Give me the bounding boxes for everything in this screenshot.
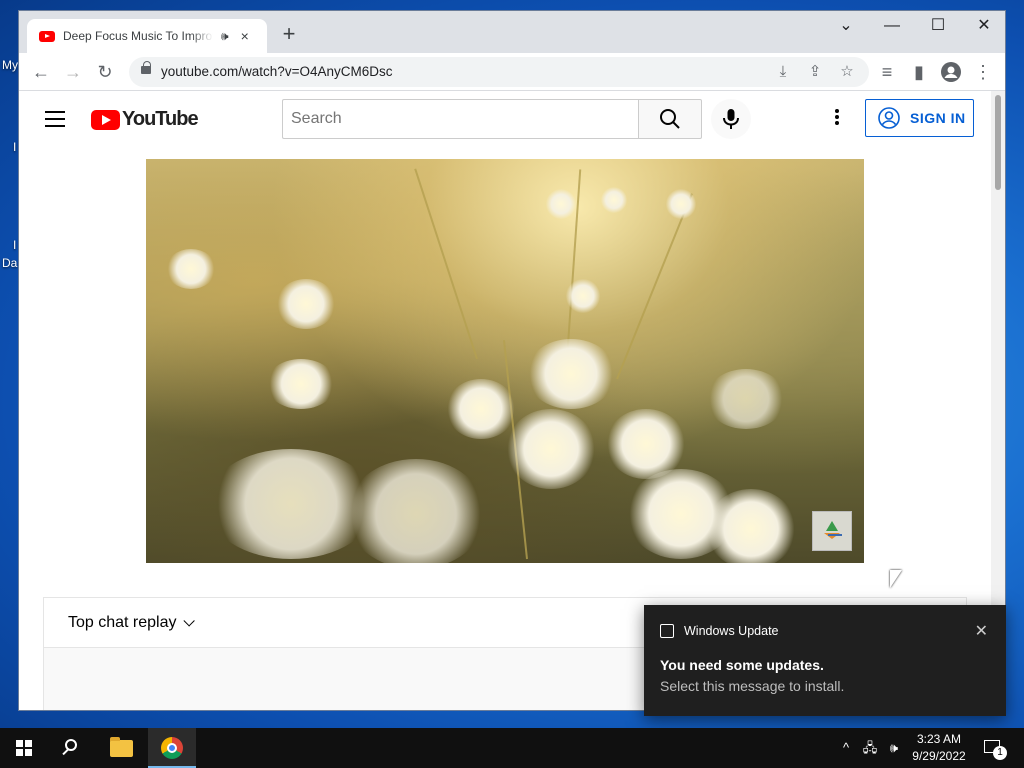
youtube-play-icon bbox=[91, 109, 120, 130]
youtube-favicon-icon bbox=[39, 30, 55, 42]
tab-close-button[interactable]: × bbox=[241, 28, 249, 44]
chevron-down-icon[interactable] bbox=[182, 614, 195, 627]
sign-in-button[interactable]: SIGN IN bbox=[865, 99, 974, 137]
search-icon bbox=[65, 739, 77, 751]
channel-watermark[interactable] bbox=[812, 511, 852, 551]
chrome-taskbar-button[interactable] bbox=[148, 728, 196, 768]
tab-title: Deep Focus Music To Improve Concentratio… bbox=[63, 29, 213, 43]
chrome-menu-icon[interactable]: ⋮ bbox=[969, 58, 997, 86]
search-input[interactable] bbox=[283, 100, 639, 138]
hamburger-menu-icon[interactable] bbox=[45, 111, 65, 127]
start-button[interactable] bbox=[0, 728, 48, 768]
file-explorer-button[interactable] bbox=[98, 728, 146, 768]
reload-button[interactable]: ↻ bbox=[91, 58, 119, 86]
close-window-button[interactable]: ✕ bbox=[961, 11, 1005, 41]
channel-logo-icon bbox=[824, 521, 842, 539]
taskbar: ^ 🖧 🕪 3:23 AM 9/29/2022 1 bbox=[0, 728, 1024, 768]
network-icon[interactable]: 🖧 bbox=[858, 728, 882, 768]
scrollbar-thumb[interactable] bbox=[995, 95, 1001, 190]
url-text[interactable]: youtube.com/watch?v=O4AnyCM6Dsc bbox=[161, 64, 392, 79]
install-app-icon[interactable]: ⤓ bbox=[771, 60, 795, 84]
voice-search-button[interactable] bbox=[711, 99, 751, 139]
speaker-icon[interactable]: 🕪 bbox=[221, 29, 229, 44]
back-button[interactable]: ← bbox=[27, 58, 55, 86]
toast-app-name: Windows Update bbox=[684, 624, 779, 638]
mouse-cursor-icon bbox=[890, 570, 902, 588]
youtube-logo-text: YouTube bbox=[122, 108, 199, 130]
search-icon bbox=[660, 109, 680, 129]
windows-update-icon bbox=[660, 624, 674, 638]
lock-icon[interactable] bbox=[141, 61, 151, 74]
minimize-button[interactable]: — bbox=[869, 11, 915, 41]
side-panel-icon[interactable]: ▮ bbox=[905, 58, 933, 86]
media-control-icon[interactable]: ≡ bbox=[873, 58, 901, 86]
forward-button[interactable]: → bbox=[59, 58, 87, 86]
desktop-icon-label[interactable]: I bbox=[13, 238, 16, 252]
maximize-button[interactable]: ☐ bbox=[915, 11, 961, 41]
system-clock[interactable]: 3:23 AM 9/29/2022 bbox=[904, 731, 974, 765]
toast-body[interactable]: Select this message to install. bbox=[660, 678, 844, 694]
notification-count-badge: 1 bbox=[993, 746, 1007, 760]
desktop-icon-label[interactable]: I bbox=[13, 140, 16, 154]
youtube-logo[interactable]: YouTube bbox=[91, 108, 199, 131]
settings-more-icon[interactable] bbox=[827, 107, 847, 131]
toast-title[interactable]: You need some updates. bbox=[660, 657, 824, 673]
sign-in-label: SIGN IN bbox=[910, 110, 966, 126]
volume-icon[interactable]: 🕪 bbox=[882, 728, 906, 768]
new-tab-button[interactable]: + bbox=[277, 23, 301, 47]
desktop-icon-label[interactable]: My bbox=[2, 58, 18, 72]
profile-avatar[interactable] bbox=[937, 58, 965, 86]
toast-close-button[interactable]: ✕ bbox=[975, 621, 988, 641]
windows-update-notification[interactable]: Windows Update ✕ You need some updates. … bbox=[644, 605, 1006, 716]
chrome-icon bbox=[161, 737, 183, 759]
desktop-icon-label[interactable]: Da bbox=[2, 256, 17, 270]
browser-tab[interactable]: Deep Focus Music To Improve Concentratio… bbox=[27, 19, 267, 53]
tab-strip: Deep Focus Music To Improve Concentratio… bbox=[19, 11, 1005, 53]
search-button[interactable] bbox=[638, 99, 702, 139]
search-box bbox=[282, 99, 639, 139]
action-center-button[interactable]: 1 bbox=[980, 728, 1024, 768]
address-bar[interactable]: youtube.com/watch?v=O4AnyCM6Dsc ⤓ ⇪ ☆ bbox=[129, 57, 869, 87]
taskbar-search-button[interactable] bbox=[48, 728, 96, 768]
clock-time: 3:23 AM bbox=[916, 732, 962, 746]
clock-date: 9/29/2022 bbox=[912, 749, 966, 763]
tray-overflow-chevron-icon[interactable]: ^ bbox=[836, 728, 856, 768]
account-circle-icon bbox=[878, 107, 900, 129]
tab-search-button[interactable]: ⌄ bbox=[823, 11, 869, 41]
browser-toolbar: ← → ↻ youtube.com/watch?v=O4AnyCM6Dsc ⤓ … bbox=[19, 53, 1005, 91]
bookmark-star-icon[interactable]: ☆ bbox=[835, 60, 859, 84]
folder-icon bbox=[110, 737, 133, 757]
video-player[interactable] bbox=[146, 159, 864, 563]
share-icon[interactable]: ⇪ bbox=[803, 60, 827, 84]
microphone-icon bbox=[723, 109, 739, 129]
chat-mode-label[interactable]: Top chat replay bbox=[68, 614, 177, 632]
windows-logo-icon bbox=[16, 740, 32, 756]
